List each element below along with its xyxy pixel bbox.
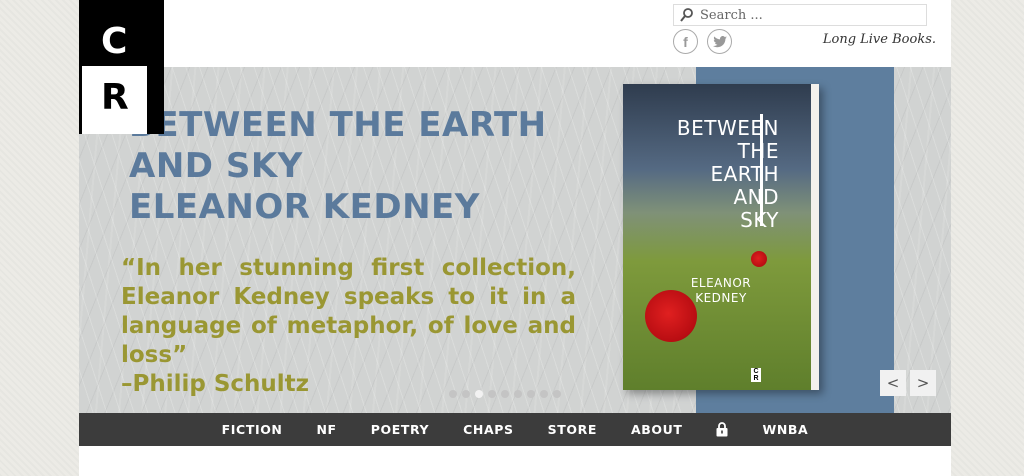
social-links: f [673, 29, 732, 54]
book-title-bar [760, 114, 763, 226]
slider-prev-button[interactable]: < [880, 370, 906, 396]
twitter-bird-glyph [712, 35, 727, 47]
logo-letter-c: C [101, 21, 128, 62]
book-cover[interactable]: BETWEEN THE EARTH AND SKY ELEANOR KEDNEY… [623, 84, 811, 390]
slider-dot[interactable] [488, 390, 496, 398]
nav-item-poetry[interactable]: POETRY [354, 422, 446, 437]
slider-dot[interactable] [462, 390, 470, 398]
slide-heading-line: AND SKY [129, 146, 303, 186]
book-publisher-logo: C R [751, 368, 761, 382]
slide-heading-line: BETWEEN THE EARTH [129, 105, 547, 145]
slider-next-button[interactable]: > [910, 370, 936, 396]
nav-item-about[interactable]: ABOUT [614, 422, 700, 437]
nav-item-wnba[interactable]: WNBA [745, 422, 825, 437]
site-logo[interactable]: C R [79, 0, 164, 134]
nav-item-store[interactable]: STORE [531, 422, 614, 437]
slider-dot[interactable] [527, 390, 535, 398]
slider-dots [449, 390, 561, 398]
slider-dot[interactable] [553, 390, 561, 398]
search-box [673, 4, 927, 26]
search-input[interactable] [696, 6, 926, 24]
slider-dot[interactable] [449, 390, 457, 398]
chevron-right-icon: > [916, 374, 930, 392]
slider-dot[interactable] [514, 390, 522, 398]
nav-item-chaps[interactable]: CHAPS [446, 422, 530, 437]
chevron-left-icon: < [886, 374, 900, 392]
slider-dot-active[interactable] [475, 390, 483, 398]
page: C R f Long Live Books. BETWEEN THE EARTH… [79, 0, 951, 476]
logo-letter-r: R [101, 77, 129, 118]
slide-heading-author: ELEANOR KEDNEY [129, 187, 480, 227]
site-tagline: Long Live Books. [822, 32, 936, 47]
search-icon [680, 8, 693, 22]
hero-slider: BETWEEN THE EARTH AND SKY ELEANOR KEDNEY… [79, 67, 951, 413]
nav-item-nf[interactable]: NF [300, 422, 354, 437]
quote-text: “In her stunning first collection, Elean… [121, 255, 576, 368]
lock-icon [716, 422, 728, 437]
slide-quote: “In her stunning first collection, Elean… [121, 254, 576, 399]
facebook-glyph: f [683, 33, 688, 50]
nav-item-fiction[interactable]: FICTION [205, 422, 300, 437]
slide-heading: BETWEEN THE EARTH AND SKY ELEANOR KEDNEY [129, 105, 547, 228]
book-author-line: ELEANOR [690, 276, 752, 290]
poppy-flower-large [645, 290, 697, 342]
nav-item-lock[interactable] [699, 422, 745, 437]
twitter-icon[interactable] [707, 29, 732, 54]
main-nav: FICTION NF POETRY CHAPS STORE ABOUT WNBA [79, 413, 951, 446]
poppy-flower-small [751, 251, 767, 267]
facebook-icon[interactable]: f [673, 29, 698, 54]
slider-dot[interactable] [540, 390, 548, 398]
slider-dot[interactable] [501, 390, 509, 398]
